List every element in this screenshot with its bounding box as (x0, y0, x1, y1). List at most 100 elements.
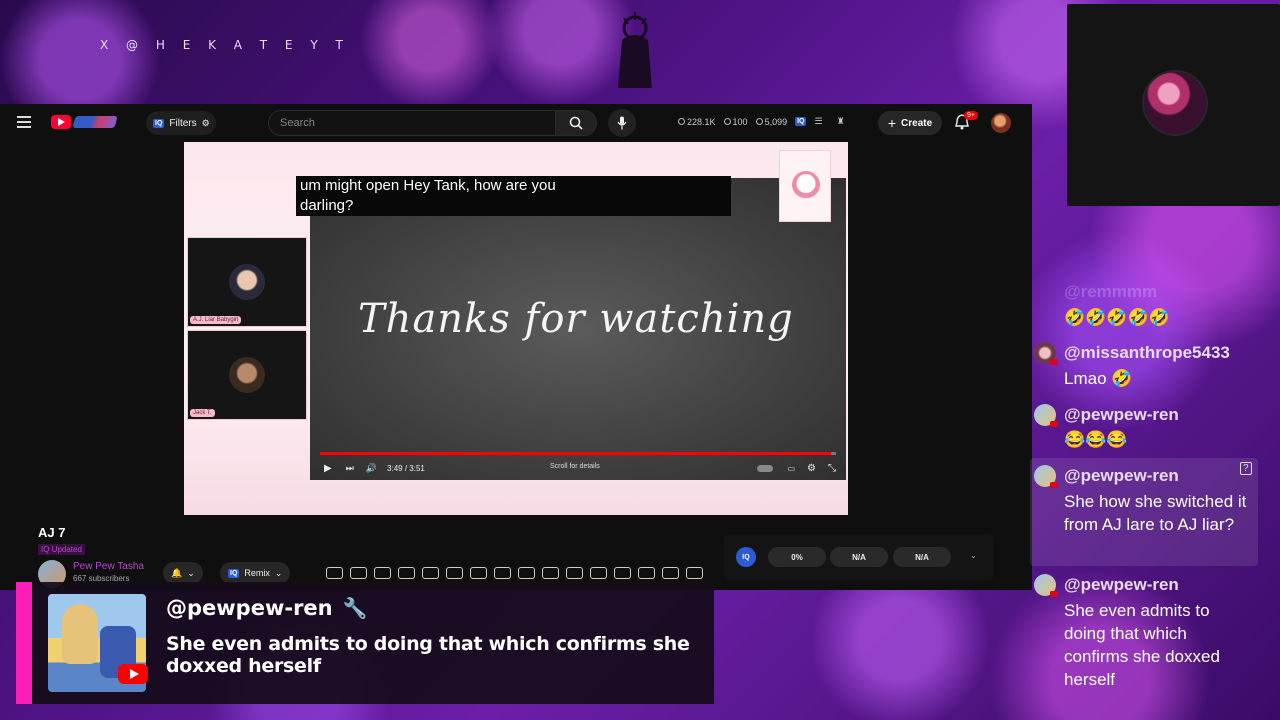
chat-username: @pewpew-ren (1064, 405, 1179, 424)
speed-icon[interactable] (518, 567, 535, 579)
chat-username: @remmmm (1064, 282, 1158, 301)
image-icon[interactable] (494, 567, 511, 579)
video-caption: um might open Hey Tank, how are you darl… (296, 176, 731, 216)
remix-button[interactable]: IQ Remix ⌄ (220, 562, 291, 584)
remix-label: Remix (244, 568, 270, 578)
featured-username-text: @pewpew-ren (166, 596, 333, 620)
autoplay-toggle-icon[interactable] (757, 464, 774, 472)
subtitles-icon[interactable]: ▭ (787, 464, 795, 473)
scroll-hint: Scroll for details (550, 463, 600, 470)
settings-icon[interactable]: ⚙ (807, 463, 816, 474)
youtube-play-icon (118, 664, 148, 684)
caption-line: um might open Hey Tank, how are you (300, 177, 556, 194)
chat-avatar (1034, 465, 1058, 488)
flask-icon[interactable] (662, 567, 679, 579)
chat-avatar (1034, 404, 1058, 427)
featured-chat-banner: @pewpew-ren 🔧 She even admits to doing t… (16, 582, 714, 704)
iq-badge: IQ (153, 118, 165, 128)
chat-text: She even admits to doing that which conf… (1064, 601, 1220, 689)
participant-face (229, 264, 265, 300)
iq-logo[interactable]: IQ (736, 547, 756, 567)
pip-icon[interactable] (446, 567, 463, 579)
iq-stat: N/A (830, 547, 888, 567)
camera-icon[interactable] (638, 567, 655, 579)
likes-count: 5,099 (764, 116, 788, 127)
chat-username: @pewpew-ren (1064, 466, 1179, 485)
calendar-icon[interactable] (422, 567, 439, 579)
chevron-down-icon[interactable]: ⌄ (970, 551, 977, 560)
caption-line: darling? (300, 197, 354, 214)
screenshot-icon[interactable] (398, 567, 415, 579)
play-icon[interactable]: ▶ (324, 463, 332, 474)
chat-username: @pewpew-ren (1064, 575, 1179, 594)
clock-icon (678, 118, 685, 125)
chat-text: 🤣🤣🤣🤣🤣 (1064, 308, 1170, 327)
loop-icon[interactable] (326, 567, 343, 579)
plus-icon: + (887, 115, 897, 131)
player-controls: ▶ ⏭ 🔊 3:49 / 3:51 ▭ ⚙ ⤡ Scroll for detai… (310, 444, 846, 480)
trophy-icon[interactable]: ♜ (837, 116, 845, 127)
search-input[interactable]: Search (268, 110, 556, 136)
hamburger-menu-icon[interactable] (17, 116, 31, 128)
voice-search-button[interactable] (608, 109, 636, 137)
chat-avatar (1034, 342, 1058, 365)
participant-face (229, 357, 265, 393)
participant-name: A.J. Liar Babygirl (190, 316, 242, 324)
featured-username: @pewpew-ren 🔧 (166, 596, 368, 620)
volume-icon[interactable]: 🔊 (366, 463, 377, 474)
viewers-count: 100 (732, 116, 748, 127)
iq-panel: IQ 0% N/A N/A ⌄ (724, 534, 994, 580)
filters-button[interactable]: IQ Filters ⚙ (146, 111, 216, 135)
transcript-icon[interactable] (566, 567, 583, 579)
gear-icon[interactable] (686, 567, 703, 579)
iq-extension-icon[interactable]: IQ (795, 117, 807, 126)
extension-toolbar (326, 567, 703, 579)
chat-text: 😂😂😂 (1064, 430, 1128, 449)
youtube-logo[interactable] (51, 115, 71, 129)
microphone-icon (617, 116, 627, 130)
channel-name[interactable]: Pew Pew Tasha (73, 561, 144, 572)
chevron-down-icon: ⌄ (274, 567, 283, 578)
eye-icon (723, 118, 731, 125)
grid-icon[interactable] (470, 567, 487, 579)
fullscreen-exit-icon[interactable]: ⤡ (828, 463, 836, 474)
wrench-icon: 🔧 (342, 596, 368, 620)
stop-icon[interactable] (350, 567, 367, 579)
search-button[interactable] (555, 110, 597, 136)
youtube-window: IQ Filters ⚙ Search 228.1K 100 5,099 IQ … (0, 104, 1032, 590)
help-icon[interactable]: ? (1240, 462, 1252, 475)
filters-label: Filters (169, 117, 197, 129)
bell-icon: 🔔 (171, 567, 183, 578)
rows-icon[interactable] (614, 567, 631, 579)
youtube-topbar: IQ Filters ⚙ Search 228.1K 100 5,099 IQ … (0, 104, 1032, 142)
my-melody-sticker (779, 150, 831, 222)
search-icon (569, 116, 583, 130)
progress-bar[interactable] (320, 452, 836, 455)
next-icon[interactable]: ⏭ (346, 463, 354, 474)
eye-icon (755, 118, 763, 125)
create-label: Create (901, 117, 933, 129)
channel-art-logo (72, 116, 118, 128)
broadcast-icon[interactable] (374, 567, 391, 579)
witch-emblem-icon (618, 12, 652, 88)
inner-video[interactable]: Thanks for watching ▶ ⏭ 🔊 3:49 / 3:51 ▭ … (310, 178, 846, 480)
filter-icon[interactable] (542, 567, 559, 579)
participant-tile: Jack T. (187, 330, 307, 420)
end-card-title: Thanks for watching (358, 296, 794, 342)
video-player[interactable]: A.J. Liar Babygirl Jack T. um might open… (184, 142, 848, 515)
webcam-panel (1067, 4, 1280, 206)
account-avatar[interactable] (991, 113, 1011, 133)
columns-icon[interactable] (590, 567, 607, 579)
chat-username: @missanthrope5433 (1064, 343, 1230, 362)
banner-accent (16, 582, 32, 704)
channel-stats: 228.1K 100 5,099 IQ ☰ ♜ (678, 116, 845, 127)
subscribe-bell-button[interactable]: 🔔 ⌄ (163, 562, 203, 584)
iq-tag: IQ Updated (38, 544, 85, 555)
participant-tile: A.J. Liar Babygirl (187, 237, 307, 327)
notification-badge: 9+ (964, 111, 978, 120)
chevron-down-icon: ⌄ (187, 567, 195, 578)
iq-stat: N/A (893, 547, 951, 567)
iq-stat: 0% (768, 547, 826, 567)
create-button[interactable]: + Create (878, 111, 942, 135)
list-icon[interactable]: ☰ (814, 116, 822, 127)
